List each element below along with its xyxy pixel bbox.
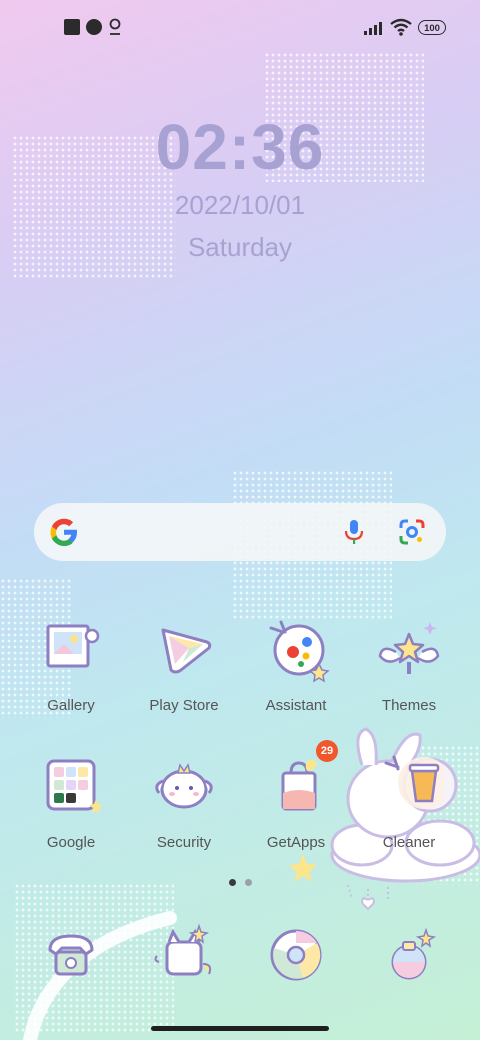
app-label: Google: [46, 834, 96, 851]
app-assistant[interactable]: Assistant: [246, 614, 346, 714]
assistant-icon: [269, 620, 330, 683]
dock-camera[interactable]: [359, 920, 459, 995]
cleaner-icon: [384, 755, 450, 809]
notification-square-icon: [64, 19, 80, 35]
app-label: Themes: [381, 697, 437, 714]
app-label: Cleaner: [382, 834, 436, 851]
app-themes[interactable]: Themes: [359, 614, 459, 714]
dock-chrome[interactable]: [246, 920, 346, 995]
wifi-icon: [390, 18, 412, 36]
page-indicator-dot-active[interactable]: [229, 879, 236, 886]
google-search-bar[interactable]: [34, 503, 446, 561]
gallery-icon: [46, 624, 100, 668]
chrome-icon: [270, 929, 322, 981]
dock-messages[interactable]: [134, 920, 234, 995]
clock-time[interactable]: 02:36: [0, 110, 480, 184]
google-g-icon: [50, 518, 77, 546]
home-gesture-bar[interactable]: [151, 1026, 329, 1031]
clock-date: 2022/10/01: [174, 190, 306, 220]
security-icon: [155, 763, 213, 809]
clock-day: Saturday: [187, 232, 293, 262]
battery-icon: 100: [418, 20, 446, 35]
getapps-icon: [281, 759, 317, 811]
phone-icon: [48, 934, 94, 976]
themes-icon: [378, 622, 440, 674]
app-google[interactable]: Google: [21, 751, 121, 851]
app-label: Security: [156, 834, 212, 851]
lens-camera-icon[interactable]: [398, 518, 426, 546]
star-decoration: [289, 854, 317, 882]
app-label: Gallery: [47, 697, 95, 714]
dock-phone[interactable]: [21, 920, 121, 995]
app-notification-icon: [86, 19, 102, 35]
page-indicator-dot[interactable]: [245, 879, 252, 886]
signal-icon: [364, 22, 382, 35]
messages-icon: [154, 923, 212, 976]
app-label: Play Store: [149, 697, 219, 714]
camera-icon: [391, 927, 437, 980]
status-bar: 100: [0, 0, 480, 56]
app-gallery[interactable]: Gallery: [21, 614, 121, 714]
app-security[interactable]: Security: [134, 751, 234, 851]
google-folder-icon: [46, 759, 103, 813]
location-pin-icon: [109, 18, 121, 35]
play-store-icon: [161, 628, 212, 674]
app-cleaner[interactable]: Cleaner: [359, 751, 459, 851]
microphone-icon[interactable]: [342, 518, 366, 546]
app-label: Assistant: [265, 697, 327, 714]
app-play-store[interactable]: Play Store: [134, 614, 234, 714]
